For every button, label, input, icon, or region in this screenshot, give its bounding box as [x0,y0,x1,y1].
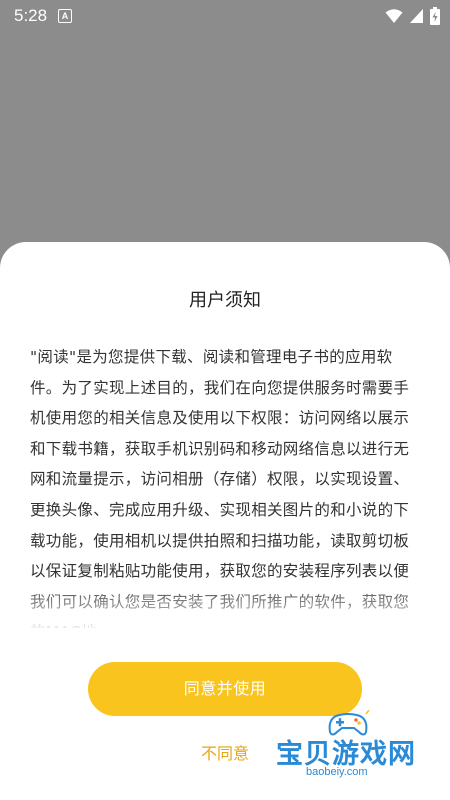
agree-and-use-button[interactable]: 同意并使用 [88,662,362,716]
status-icons [385,7,440,25]
status-bar: 5:28 A [0,0,450,34]
watermark-url: baobeiy.com [306,766,368,778]
signal-icon [410,9,423,23]
wifi-icon [385,9,403,23]
battery-icon [430,7,440,25]
screen: 5:28 A 用户须知 "阅读"是为您提供下载、阅读和管理电子书的应用软件。为了… [0,0,450,800]
status-time: 5:28 [14,6,48,25]
notification-a-icon: A [58,9,72,23]
sheet-title: 用户须知 [189,290,261,311]
body-fade-overlay [0,582,450,642]
watermark: 宝贝游戏网 baobeiy.com [268,710,438,786]
